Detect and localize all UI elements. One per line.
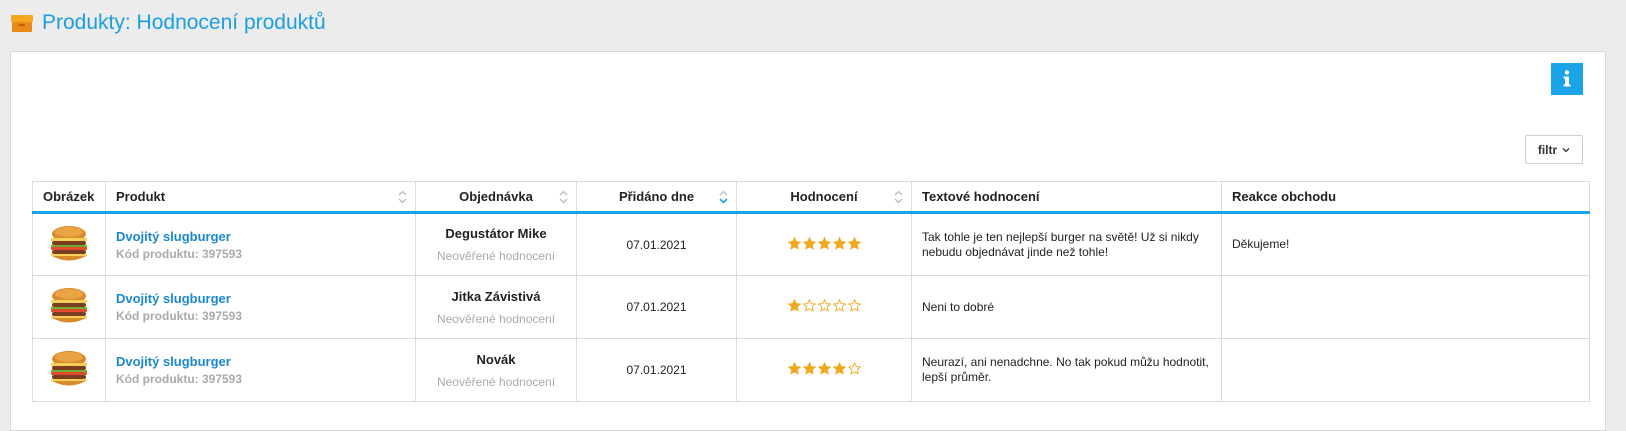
order-cell: Degustátor Mike Neověřené hodnocení <box>415 212 577 276</box>
ratings-table: Obrázek Produkt Objednávka Přidáno dne H… <box>32 181 1590 402</box>
review-cell: Tak tohle je ten nejlepší burger na svět… <box>911 212 1222 276</box>
star-empty-icon <box>847 362 861 375</box>
column-header-shop-reaction: Reakce obchodu <box>1221 181 1590 214</box>
star-filled-icon <box>787 299 801 312</box>
sort-icon[interactable] <box>398 190 407 204</box>
product-link[interactable]: Dvojitý slugburger <box>116 229 405 244</box>
customer-name: Degustátor Mike <box>445 226 547 241</box>
product-link[interactable]: Dvojitý slugburger <box>116 354 405 369</box>
info-icon <box>1563 70 1571 87</box>
review-text: Neurazí, ani nenadchne. No tak pokud můž… <box>922 355 1209 384</box>
star-rating <box>787 299 861 312</box>
date-cell: 07.01.2021 <box>576 338 737 402</box>
product-code: Kód produktu: 397593 <box>116 309 243 323</box>
column-header-date-added[interactable]: Přidáno dne <box>576 181 737 214</box>
review-cell: Neni to dobré <box>911 275 1222 339</box>
reaction-cell <box>1221 338 1590 402</box>
sort-icon[interactable] <box>894 190 903 204</box>
review-text: Neni to dobré <box>922 299 995 314</box>
table-header-row: Obrázek Produkt Objednávka Přidáno dne H… <box>32 181 1590 214</box>
product-cell: Dvojitý slugburger Kód produktu: 397593 <box>105 275 416 339</box>
verification-status: Neověřené hodnocení <box>436 311 556 326</box>
column-header-rating[interactable]: Hodnocení <box>736 181 912 214</box>
star-rating <box>787 236 861 250</box>
star-filled-icon <box>817 362 831 375</box>
customer-name: Novák <box>476 351 516 367</box>
product-link[interactable]: Dvojitý slugburger <box>116 291 405 306</box>
star-empty-icon <box>802 299 816 312</box>
star-empty-icon <box>832 299 846 312</box>
column-header-order[interactable]: Objednávka <box>415 181 577 214</box>
table-row: Dvojitý slugburger Kód produktu: 397593 … <box>32 338 1590 402</box>
table-row: Dvojitý slugburger Kód produktu: 397593 … <box>32 212 1590 276</box>
image-cell <box>32 212 106 276</box>
filter-label: filtr <box>1537 142 1558 157</box>
review-text: Tak tohle je ten nejlepší burger na svět… <box>922 229 1199 259</box>
chevron-down-icon <box>1562 147 1570 152</box>
product-cell: Dvojitý slugburger Kód produktu: 397593 <box>105 338 416 402</box>
rating-cell <box>736 212 912 276</box>
column-header-text-review: Textové hodnocení <box>911 181 1222 214</box>
page-title: Produkty: Hodnocení produktů <box>42 11 326 34</box>
star-filled-icon <box>832 362 846 375</box>
burger-icon[interactable] <box>47 285 91 329</box>
star-empty-icon <box>817 299 831 312</box>
star-filled-icon <box>787 236 801 250</box>
rating-cell <box>736 275 912 339</box>
box-icon <box>11 15 33 32</box>
burger-icon[interactable] <box>47 223 91 267</box>
sort-descending-icon[interactable] <box>719 190 728 204</box>
image-cell <box>32 275 106 339</box>
customer-name: Jitka Závistivá <box>451 288 541 304</box>
date-cell: 07.01.2021 <box>576 212 737 276</box>
reaction-cell: Děkujeme! <box>1221 212 1590 276</box>
rating-cell <box>736 338 912 402</box>
info-button[interactable] <box>1551 63 1583 95</box>
date-cell: 07.01.2021 <box>576 275 737 339</box>
star-filled-icon <box>802 362 816 375</box>
review-cell: Neurazí, ani nenadchne. No tak pokud můž… <box>911 338 1222 402</box>
product-cell: Dvojitý slugburger Kód produktu: 397593 <box>105 212 416 276</box>
image-cell <box>32 338 106 402</box>
burger-icon[interactable] <box>47 348 91 392</box>
star-filled-icon <box>802 236 816 250</box>
star-filled-icon <box>847 236 861 250</box>
sort-icon[interactable] <box>559 190 568 204</box>
product-code: Kód produktu: 397593 <box>116 372 243 386</box>
verification-status: Neověřené hodnocení <box>436 374 556 389</box>
column-header-product[interactable]: Produkt <box>105 181 416 214</box>
star-filled-icon <box>832 236 846 250</box>
verification-status: Neověřené hodnocení <box>436 249 556 263</box>
table-row: Dvojitý slugburger Kód produktu: 397593 … <box>32 275 1590 339</box>
filter-button[interactable]: filtr <box>1525 135 1583 164</box>
star-filled-icon <box>817 236 831 250</box>
order-cell: Jitka Závistivá Neověřené hodnocení <box>415 275 577 339</box>
column-header-image: Obrázek <box>32 181 106 214</box>
ratings-panel: filtr Obrázek Produkt Objednávka Přidáno… <box>10 51 1606 431</box>
star-rating <box>787 362 861 375</box>
star-empty-icon <box>847 299 861 312</box>
shop-reaction-text: Děkujeme! <box>1232 237 1290 251</box>
star-filled-icon <box>787 362 801 375</box>
order-cell: Novák Neověřené hodnocení <box>415 338 577 402</box>
product-code: Kód produktu: 397593 <box>116 246 243 261</box>
page-header: Produkty: Hodnocení produktů <box>10 6 326 40</box>
reaction-cell <box>1221 275 1590 339</box>
